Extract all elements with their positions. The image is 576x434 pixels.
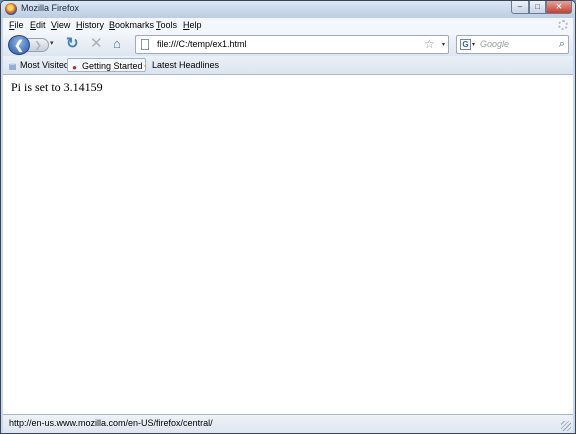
back-button[interactable]: ❮ xyxy=(8,35,30,55)
forward-button[interactable]: ❯ xyxy=(27,38,49,52)
page-icon xyxy=(141,39,149,50)
url-dropdown-icon[interactable]: ▾ xyxy=(442,41,445,48)
page-content: Pi is set to 3.14159 xyxy=(3,75,573,414)
bookmarks-toolbar: ▤ Most Visited ● Getting Started ◔ Latest H… xyxy=(3,56,573,75)
firefox-bookmark-icon: ● xyxy=(72,63,77,72)
menu-view[interactable]: View xyxy=(51,20,70,30)
close-button[interactable]: ✕ xyxy=(546,1,572,14)
status-text: http://en-us.www.mozilla.com/en-US/firef… xyxy=(9,418,213,428)
throbber-icon xyxy=(558,20,568,30)
navigation-toolbar: ❯ ❮ ▾ ↻ ✕ ⌂ file:///C:/temp/ex1.html ☆ ▾… xyxy=(3,34,573,56)
stop-icon[interactable]: ✕ xyxy=(90,35,103,53)
search-bar[interactable]: G ▾ Google ⌕ xyxy=(456,35,569,54)
most-visited-icon: ▤ xyxy=(8,62,17,71)
bookmark-most-visited[interactable]: ▤ Most Visited xyxy=(8,58,69,72)
bookmark-getting-started[interactable]: ● Getting Started xyxy=(67,58,146,72)
menu-help[interactable]: Help xyxy=(183,20,202,30)
home-icon[interactable]: ⌂ xyxy=(113,36,121,52)
menu-history[interactable]: History xyxy=(76,20,104,30)
search-input[interactable]: Google xyxy=(480,39,509,49)
bookmark-label: Latest Headlines xyxy=(152,60,220,70)
search-engine-dropdown-icon[interactable]: ▾ xyxy=(472,41,475,48)
search-icon[interactable]: ⌕ xyxy=(559,37,565,51)
bookmark-latest-headlines[interactable]: ◔ Latest Headlines xyxy=(140,58,219,72)
firefox-logo-icon xyxy=(5,3,17,15)
reload-icon[interactable]: ↻ xyxy=(66,36,79,52)
resize-grip-icon[interactable] xyxy=(561,421,571,431)
rss-icon: ◔ xyxy=(142,62,147,71)
status-bar: http://en-us.www.mozilla.com/en-US/firef… xyxy=(3,414,573,433)
browser-window: Mozilla Firefox – □ ✕ File Edit View His… xyxy=(0,0,576,434)
bookmark-star-icon[interactable]: ☆ xyxy=(424,37,435,51)
maximize-button[interactable]: □ xyxy=(529,1,546,14)
menu-bar: File Edit View History Bookmarks Tools H… xyxy=(3,18,573,34)
google-engine-icon[interactable]: G xyxy=(460,39,471,50)
address-bar[interactable]: file:///C:/temp/ex1.html ☆ ▾ xyxy=(135,35,449,54)
history-dropdown-icon[interactable]: ▾ xyxy=(50,39,54,47)
url-text[interactable]: file:///C:/temp/ex1.html xyxy=(157,39,247,49)
title-bar: Mozilla Firefox – □ ✕ xyxy=(1,1,575,18)
bookmark-label: Getting Started xyxy=(82,61,143,71)
bookmark-label: Most Visited xyxy=(20,60,69,70)
page-text: Pi is set to 3.14159 xyxy=(11,80,103,94)
minimize-button[interactable]: – xyxy=(511,1,529,14)
menu-file[interactable]: File xyxy=(9,20,24,30)
window-title: Mozilla Firefox xyxy=(21,3,80,13)
menu-tools[interactable]: Tools xyxy=(156,20,177,30)
menu-bookmarks[interactable]: Bookmarks xyxy=(109,20,154,30)
menu-edit[interactable]: Edit xyxy=(30,20,46,30)
